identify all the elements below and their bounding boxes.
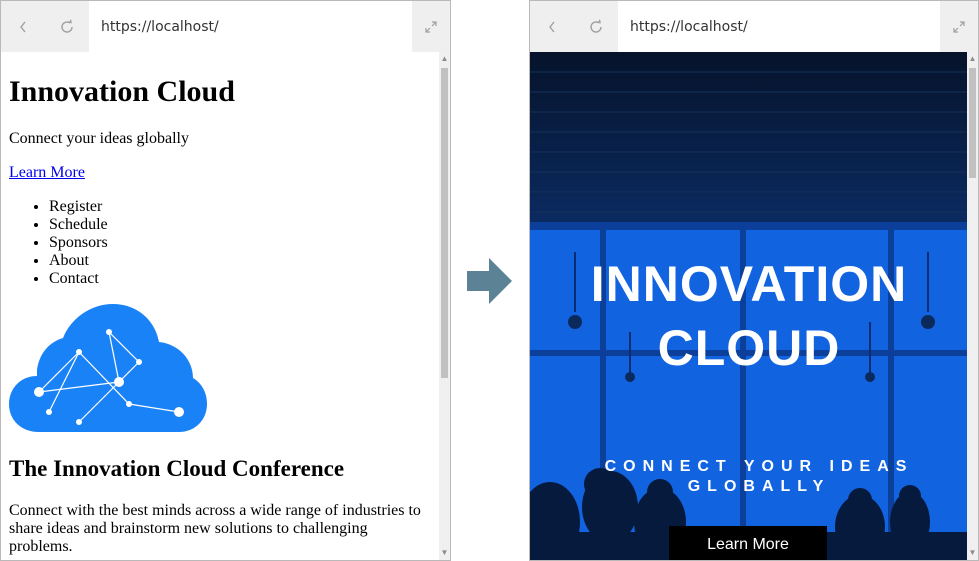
learn-more-link[interactable]: Learn More	[9, 164, 85, 182]
reload-button[interactable]	[574, 1, 618, 52]
learn-more-button[interactable]: Learn More	[669, 526, 827, 560]
right-arrow-icon	[467, 258, 512, 304]
nav-item-sponsors[interactable]: Sponsors	[49, 234, 421, 252]
scroll-down-icon[interactable]: ▼	[439, 546, 450, 560]
reload-button[interactable]	[45, 1, 89, 52]
nav-item-register[interactable]: Register	[49, 198, 421, 216]
page-title: Innovation Cloud	[9, 75, 235, 108]
back-button[interactable]	[1, 1, 45, 52]
address-bar[interactable]: https://localhost/	[89, 1, 412, 52]
address-bar[interactable]: https://localhost/	[618, 1, 940, 52]
expand-icon	[425, 20, 437, 33]
left-browser-window: https://localhost/ Innovation Cloud Conn…	[0, 0, 451, 561]
hero-title-line-2: CLOUD	[657, 320, 841, 376]
page-viewport: INNOVATION CLOUD CONNECT YOUR IDEAS GLOB…	[530, 52, 978, 560]
unstyled-page: Innovation Cloud Connect your ideas glob…	[1, 75, 421, 556]
nav-list: Register Schedule Sponsors About Contact	[9, 198, 421, 288]
cloud-network-logo	[9, 304, 207, 432]
hero-title: INNOVATION CLOUD	[530, 252, 968, 380]
section-title: The Innovation Cloud Conference	[9, 456, 345, 481]
expand-icon	[953, 20, 965, 33]
nav-item-about[interactable]: About	[49, 252, 421, 270]
reload-icon	[590, 19, 602, 33]
back-chevron-icon	[20, 21, 26, 32]
page-viewport: Innovation Cloud Connect your ideas glob…	[1, 52, 450, 560]
scroll-up-icon[interactable]: ▲	[967, 52, 978, 66]
expand-button[interactable]	[940, 1, 978, 52]
section-description: Connect with the best minds across a wid…	[9, 502, 421, 555]
scroll-up-icon[interactable]: ▲	[439, 52, 450, 66]
expand-button[interactable]	[412, 1, 450, 52]
nav-item-schedule[interactable]: Schedule	[49, 216, 421, 234]
scroll-thumb[interactable]	[441, 68, 448, 378]
nav-item-contact[interactable]: Contact	[49, 270, 421, 288]
scroll-down-icon[interactable]: ▼	[967, 546, 978, 560]
browser-toolbar: https://localhost/	[530, 1, 978, 52]
hero-title-line-1: INNOVATION	[590, 256, 908, 312]
scroll-thumb[interactable]	[969, 68, 976, 178]
right-browser-window: https://localhost/ INNOVATION CLOUD CONN…	[529, 0, 979, 561]
back-chevron-icon	[549, 21, 555, 32]
tagline: Connect your ideas globally	[9, 130, 189, 147]
hero-tagline: CONNECT YOUR IDEAS GLOBALLY	[604, 458, 914, 495]
back-button[interactable]	[530, 1, 574, 52]
hero-section: INNOVATION CLOUD CONNECT YOUR IDEAS GLOB…	[530, 52, 968, 560]
vertical-scrollbar[interactable]: ▲ ▼	[967, 52, 978, 560]
reload-icon	[61, 19, 73, 33]
vertical-scrollbar[interactable]: ▲ ▼	[439, 52, 450, 560]
browser-toolbar: https://localhost/	[1, 1, 450, 52]
